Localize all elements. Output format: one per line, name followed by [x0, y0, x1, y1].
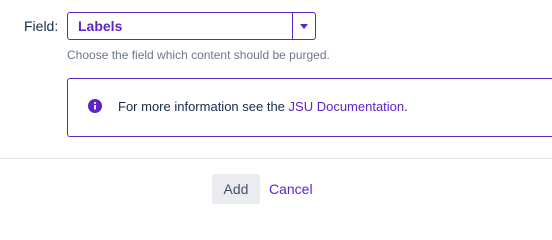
cancel-link[interactable]: Cancel	[269, 181, 313, 197]
field-select-value: Labels	[78, 18, 123, 34]
info-panel: For more information see the JSU Documen…	[67, 78, 552, 137]
footer-divider	[0, 158, 552, 159]
add-button[interactable]: Add	[212, 174, 260, 204]
info-icon	[88, 99, 102, 113]
field-label: Field:	[24, 18, 59, 34]
info-text-after: .	[404, 99, 408, 114]
jsu-documentation-link[interactable]: JSU Documentation	[289, 99, 405, 114]
info-text-before: For more information see the	[118, 99, 289, 114]
field-help-text: Choose the field which content should be…	[67, 48, 330, 62]
chevron-down-icon[interactable]	[293, 13, 315, 39]
field-select[interactable]: Labels	[67, 12, 316, 40]
info-message: For more information see the JSU Documen…	[118, 99, 408, 114]
